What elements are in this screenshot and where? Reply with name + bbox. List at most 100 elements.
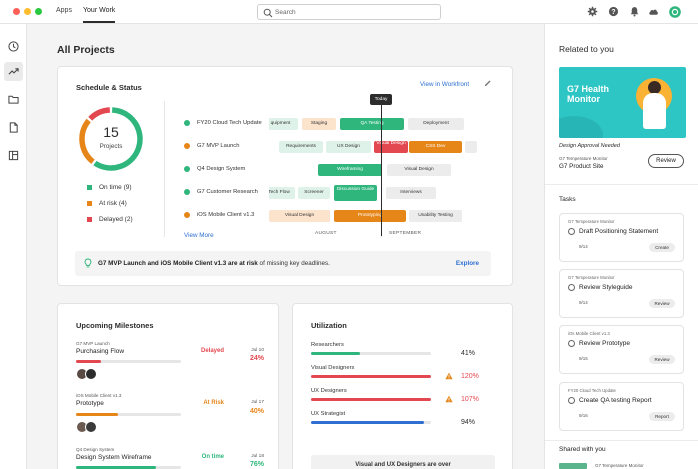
utilization-card: Utilization Researchers 41% Visual Desig… — [292, 303, 513, 469]
shared-thumbnail[interactable] — [559, 463, 587, 469]
g7-health-banner[interactable]: G7 Health Monitor — [559, 67, 686, 138]
milestone-progress-fill — [76, 360, 102, 363]
project-name[interactable]: iOS Mobile Client v1.3 — [197, 212, 254, 218]
related-title: Related to you — [559, 44, 614, 54]
task-checkbox[interactable] — [568, 397, 575, 404]
project-name[interactable]: FY20 Cloud Tech Update — [197, 120, 262, 126]
gantt-bar[interactable]: Discussion Guide — [334, 185, 377, 201]
milestone-name[interactable]: Purchasing Flow — [76, 348, 124, 355]
project-status-dot — [184, 166, 190, 172]
related-project: G7 Temperature Monitor — [559, 156, 608, 161]
task-action-button[interactable]: Report — [649, 412, 675, 421]
task-project: FY20 Cloud Tech Update — [568, 388, 616, 393]
legend-swatch — [87, 201, 92, 206]
schedule-title: Schedule & Status — [76, 83, 142, 92]
task-checkbox[interactable] — [568, 228, 575, 235]
document-icon — [9, 122, 18, 133]
task-date: 9/14 — [579, 300, 588, 305]
project-status-dot — [184, 120, 190, 126]
gantt-bar[interactable]: Requirements — [279, 141, 323, 153]
help-icon[interactable]: ? — [608, 6, 619, 17]
project-status-dot — [184, 189, 190, 195]
cloud-icon[interactable] — [648, 6, 659, 17]
project-name[interactable]: Q4 Design System — [197, 166, 245, 172]
month-label: SEPTEMBER — [389, 231, 422, 236]
task-action-button[interactable]: Create — [649, 243, 675, 252]
gantt-bar[interactable]: Tech Flow — [269, 187, 295, 199]
gantt-bar[interactable]: quipment — [269, 118, 298, 130]
view-in-workfront-link[interactable]: View in Workfront — [420, 81, 469, 88]
lightbulb-icon — [84, 258, 92, 268]
window-close-button[interactable] — [13, 8, 20, 15]
utilization-fill — [311, 375, 431, 378]
gantt-bar[interactable]: QA Testing — [340, 118, 404, 130]
milestone-status: Delayed — [200, 348, 224, 354]
legend-count: (4) — [118, 200, 127, 207]
task-checkbox[interactable] — [568, 340, 575, 347]
utilization-label: Researchers — [311, 342, 344, 348]
task-card[interactable]: G7 Temperature Monitor Review Styleguide… — [559, 269, 684, 318]
utilization-note: Visual and UX Designers are over — [355, 462, 451, 468]
gantt-bar[interactable]: UX Design — [326, 141, 371, 153]
window-minimize-button[interactable] — [24, 8, 31, 15]
task-checkbox[interactable] — [568, 284, 575, 291]
gantt-bar[interactable]: Staging — [302, 118, 336, 130]
user-avatar-icon[interactable] — [669, 6, 681, 18]
window-zoom-button[interactable] — [35, 8, 42, 15]
task-action-button[interactable]: Review — [649, 299, 675, 308]
project-status-dot — [184, 212, 190, 218]
rail-recent-button[interactable] — [4, 37, 23, 56]
avatar[interactable] — [85, 421, 97, 433]
utilization-value: 120% — [461, 373, 479, 380]
legend-swatch — [87, 217, 92, 222]
gantt-bar[interactable]: Visual Design — [374, 141, 408, 153]
task-action-button[interactable]: Review — [649, 355, 675, 364]
task-date: 9/15 — [579, 356, 588, 361]
project-name[interactable]: G7 Customer Research — [197, 189, 258, 195]
edit-pencil-icon[interactable] — [484, 79, 492, 87]
related-site[interactable]: G7 Product Site — [559, 163, 603, 170]
milestone-name[interactable]: Prototype — [76, 400, 104, 407]
project-name[interactable]: G7 MVP Launch — [197, 143, 239, 149]
bell-icon[interactable] — [629, 6, 640, 17]
view-more-link[interactable]: View More — [184, 232, 214, 239]
gantt-timeline: quipment Staging QA Testing Deployment R… — [269, 107, 479, 237]
task-card[interactable]: FY20 Cloud Tech Update Create QA testing… — [559, 382, 684, 431]
rail-board-button[interactable] — [4, 146, 23, 165]
nav-your-work[interactable]: Your Work — [83, 7, 116, 23]
gantt-bar[interactable]: Usability Testing — [409, 210, 462, 222]
rail-activity-button[interactable] — [4, 62, 23, 81]
rail-documents-button[interactable] — [4, 118, 23, 137]
rail-projects-button[interactable] — [4, 90, 23, 109]
gantt-bar[interactable]: Deployment — [408, 118, 464, 130]
gantt-bar[interactable]: CSS Dev — [409, 141, 462, 153]
legend-count: (2) — [124, 216, 133, 223]
alert-rest: of missing key deadlines. — [257, 260, 330, 267]
warning-icon — [445, 395, 453, 403]
gantt-bar[interactable] — [465, 141, 477, 153]
milestones-card: Upcoming Milestones G7 MVP Launch Purcha… — [57, 303, 279, 469]
nav-apps[interactable]: Apps — [56, 7, 72, 14]
legend-swatch — [87, 185, 92, 190]
utilization-value: 107% — [461, 396, 479, 403]
gantt-bar[interactable]: Visual Design — [269, 210, 330, 222]
gantt-bar[interactable]: Wireframing — [318, 164, 382, 176]
avatar[interactable] — [85, 368, 97, 380]
gantt-bar[interactable]: Interviews — [386, 187, 436, 199]
milestone-date: Jul 17 — [251, 400, 264, 405]
utilization-value: 41% — [461, 350, 476, 357]
shared-title: Shared with you — [559, 446, 606, 453]
related-review-button[interactable]: Review — [648, 154, 684, 168]
explore-link[interactable]: Explore — [456, 260, 479, 267]
gantt-bar[interactable]: Visual Design — [387, 164, 451, 176]
milestone-name[interactable]: Design System Wireframe — [76, 454, 152, 461]
milestone-progress-fill — [76, 413, 118, 416]
gantt-bar[interactable]: Prototyping — [334, 210, 406, 222]
search-input[interactable]: Search — [257, 4, 441, 20]
gear-icon[interactable] — [587, 6, 598, 17]
task-card[interactable]: G7 Temperature Monitor Draft Positioning… — [559, 213, 684, 262]
gantt-bar[interactable]: Screener — [298, 187, 330, 199]
task-card[interactable]: iOs Mobile Client v1.3 Review Prototype … — [559, 325, 684, 374]
divider — [545, 440, 698, 441]
legend-at-risk: At risk (4) — [87, 200, 127, 207]
